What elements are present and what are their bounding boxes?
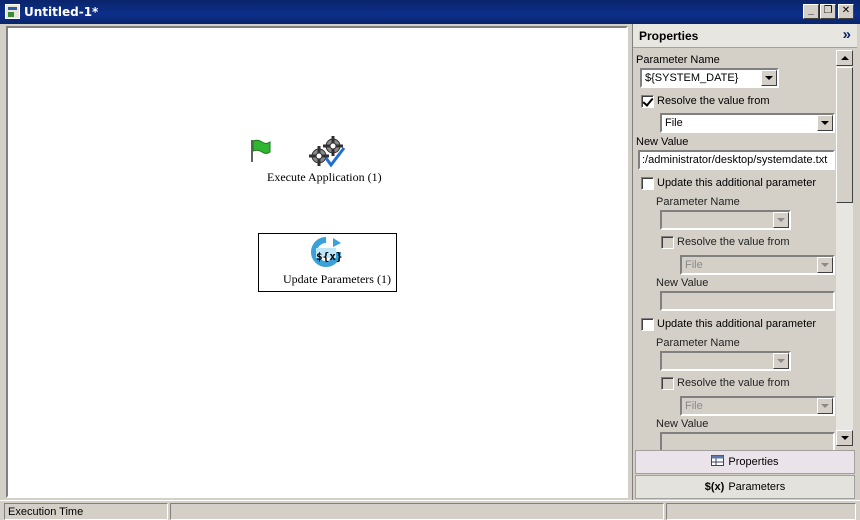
chevron-down-icon[interactable] xyxy=(773,353,789,369)
additional-1-new-value-input[interactable] xyxy=(660,291,835,311)
new-value-label: New Value xyxy=(636,136,689,148)
update-parameters-label: Update Parameters (1) xyxy=(283,272,391,286)
status-execution-time-label: Execution Time xyxy=(8,506,84,518)
window-title: Untitled-1* xyxy=(24,5,99,19)
status-bar: Execution Time xyxy=(0,500,860,520)
additional-1-parameter-name-select[interactable] xyxy=(660,210,791,230)
additional-2-parameter-name-label: Parameter Name xyxy=(656,337,740,349)
additional-1-new-value-label: New Value xyxy=(656,277,709,289)
additional-2-resolve-checkbox[interactable] xyxy=(661,377,674,390)
tab-parameters-label: Parameters xyxy=(728,481,786,493)
execute-application-label[interactable]: Execute Application (1) xyxy=(267,170,382,185)
new-value-text: :/administrator/desktop/systemdate.txt xyxy=(642,154,828,166)
additional-parameter-2-label[interactable]: Update this additional parameter xyxy=(657,318,816,330)
additional-1-resolve-source-select[interactable]: File xyxy=(680,255,835,275)
additional-parameter-1-checkbox[interactable] xyxy=(641,177,654,190)
additional-1-resolve-source-value: File xyxy=(685,259,703,271)
update-parameters-node[interactable]: ${x} Update Parameters (1) xyxy=(258,233,397,292)
chevron-down-icon[interactable] xyxy=(817,115,833,131)
new-value-input[interactable]: :/administrator/desktop/systemdate.txt xyxy=(638,150,835,170)
resolve-label[interactable]: Resolve the value from xyxy=(657,95,770,107)
tab-parameters[interactable]: $(x) Parameters xyxy=(635,475,855,499)
parameter-name-label: Parameter Name xyxy=(636,54,720,66)
additional-2-new-value-input[interactable] xyxy=(660,432,835,452)
additional-1-resolve-label[interactable]: Resolve the value from xyxy=(677,236,790,248)
status-cell-3 xyxy=(666,503,856,520)
properties-form: Parameter Name ${SYSTEM_DATE} Resolve th… xyxy=(633,49,857,472)
scroll-thumb[interactable] xyxy=(836,67,853,203)
additional-1-resolve-checkbox[interactable] xyxy=(661,236,674,249)
properties-panel: Properties » Parameter Name ${SYSTEM_DAT… xyxy=(632,24,857,500)
scroll-up-button[interactable] xyxy=(836,50,853,66)
additional-2-resolve-source-value: File xyxy=(685,400,703,412)
additional-2-parameter-name-select[interactable] xyxy=(660,351,791,371)
scroll-down-button[interactable] xyxy=(836,430,853,446)
properties-panel-header: Properties » xyxy=(633,24,857,48)
resolve-source-select[interactable]: File xyxy=(660,113,835,133)
resolve-checkbox[interactable] xyxy=(641,95,654,108)
parameter-name-select[interactable]: ${SYSTEM_DATE} xyxy=(640,68,779,88)
green-flag-icon[interactable] xyxy=(248,138,274,164)
chevron-down-icon[interactable] xyxy=(817,257,833,273)
additional-2-new-value-label: New Value xyxy=(656,418,709,430)
chevron-down-icon[interactable] xyxy=(761,70,777,86)
additional-2-resolve-label[interactable]: Resolve the value from xyxy=(677,377,790,389)
status-cell-execution-time: Execution Time xyxy=(4,503,168,520)
gears-check-icon[interactable] xyxy=(308,134,346,168)
additional-parameter-1-label[interactable]: Update this additional parameter xyxy=(657,177,816,189)
properties-scrollbar[interactable] xyxy=(836,50,853,446)
status-cell-2 xyxy=(170,503,664,520)
additional-1-parameter-name-label: Parameter Name xyxy=(656,196,740,208)
workflow-canvas[interactable]: Execute Application (1) ${x} Update Para… xyxy=(6,26,628,498)
close-button[interactable]: ✕ xyxy=(838,4,854,19)
properties-grid-icon xyxy=(711,455,725,466)
tab-properties[interactable]: Properties xyxy=(635,450,855,474)
parameter-icon-text: ${x} xyxy=(316,250,343,263)
window-titlebar: Untitled-1* _ ❐ ✕ xyxy=(0,0,860,24)
app-document-icon xyxy=(5,4,20,19)
collapse-panel-icon[interactable]: » xyxy=(843,26,851,43)
additional-2-resolve-source-select[interactable]: File xyxy=(680,396,835,416)
chevron-down-icon[interactable] xyxy=(817,398,833,414)
chevron-down-icon[interactable] xyxy=(773,212,789,228)
restore-button[interactable]: ❐ xyxy=(820,4,836,19)
additional-parameter-2-checkbox[interactable] xyxy=(641,318,654,331)
panel-title: Properties xyxy=(639,29,699,43)
minimize-button[interactable]: _ xyxy=(803,4,819,19)
parameters-icon: $(x) xyxy=(704,481,725,493)
parameter-name-value: ${SYSTEM_DATE} xyxy=(645,72,739,84)
resolve-source-value: File xyxy=(665,117,683,129)
tab-properties-label: Properties xyxy=(728,456,779,468)
